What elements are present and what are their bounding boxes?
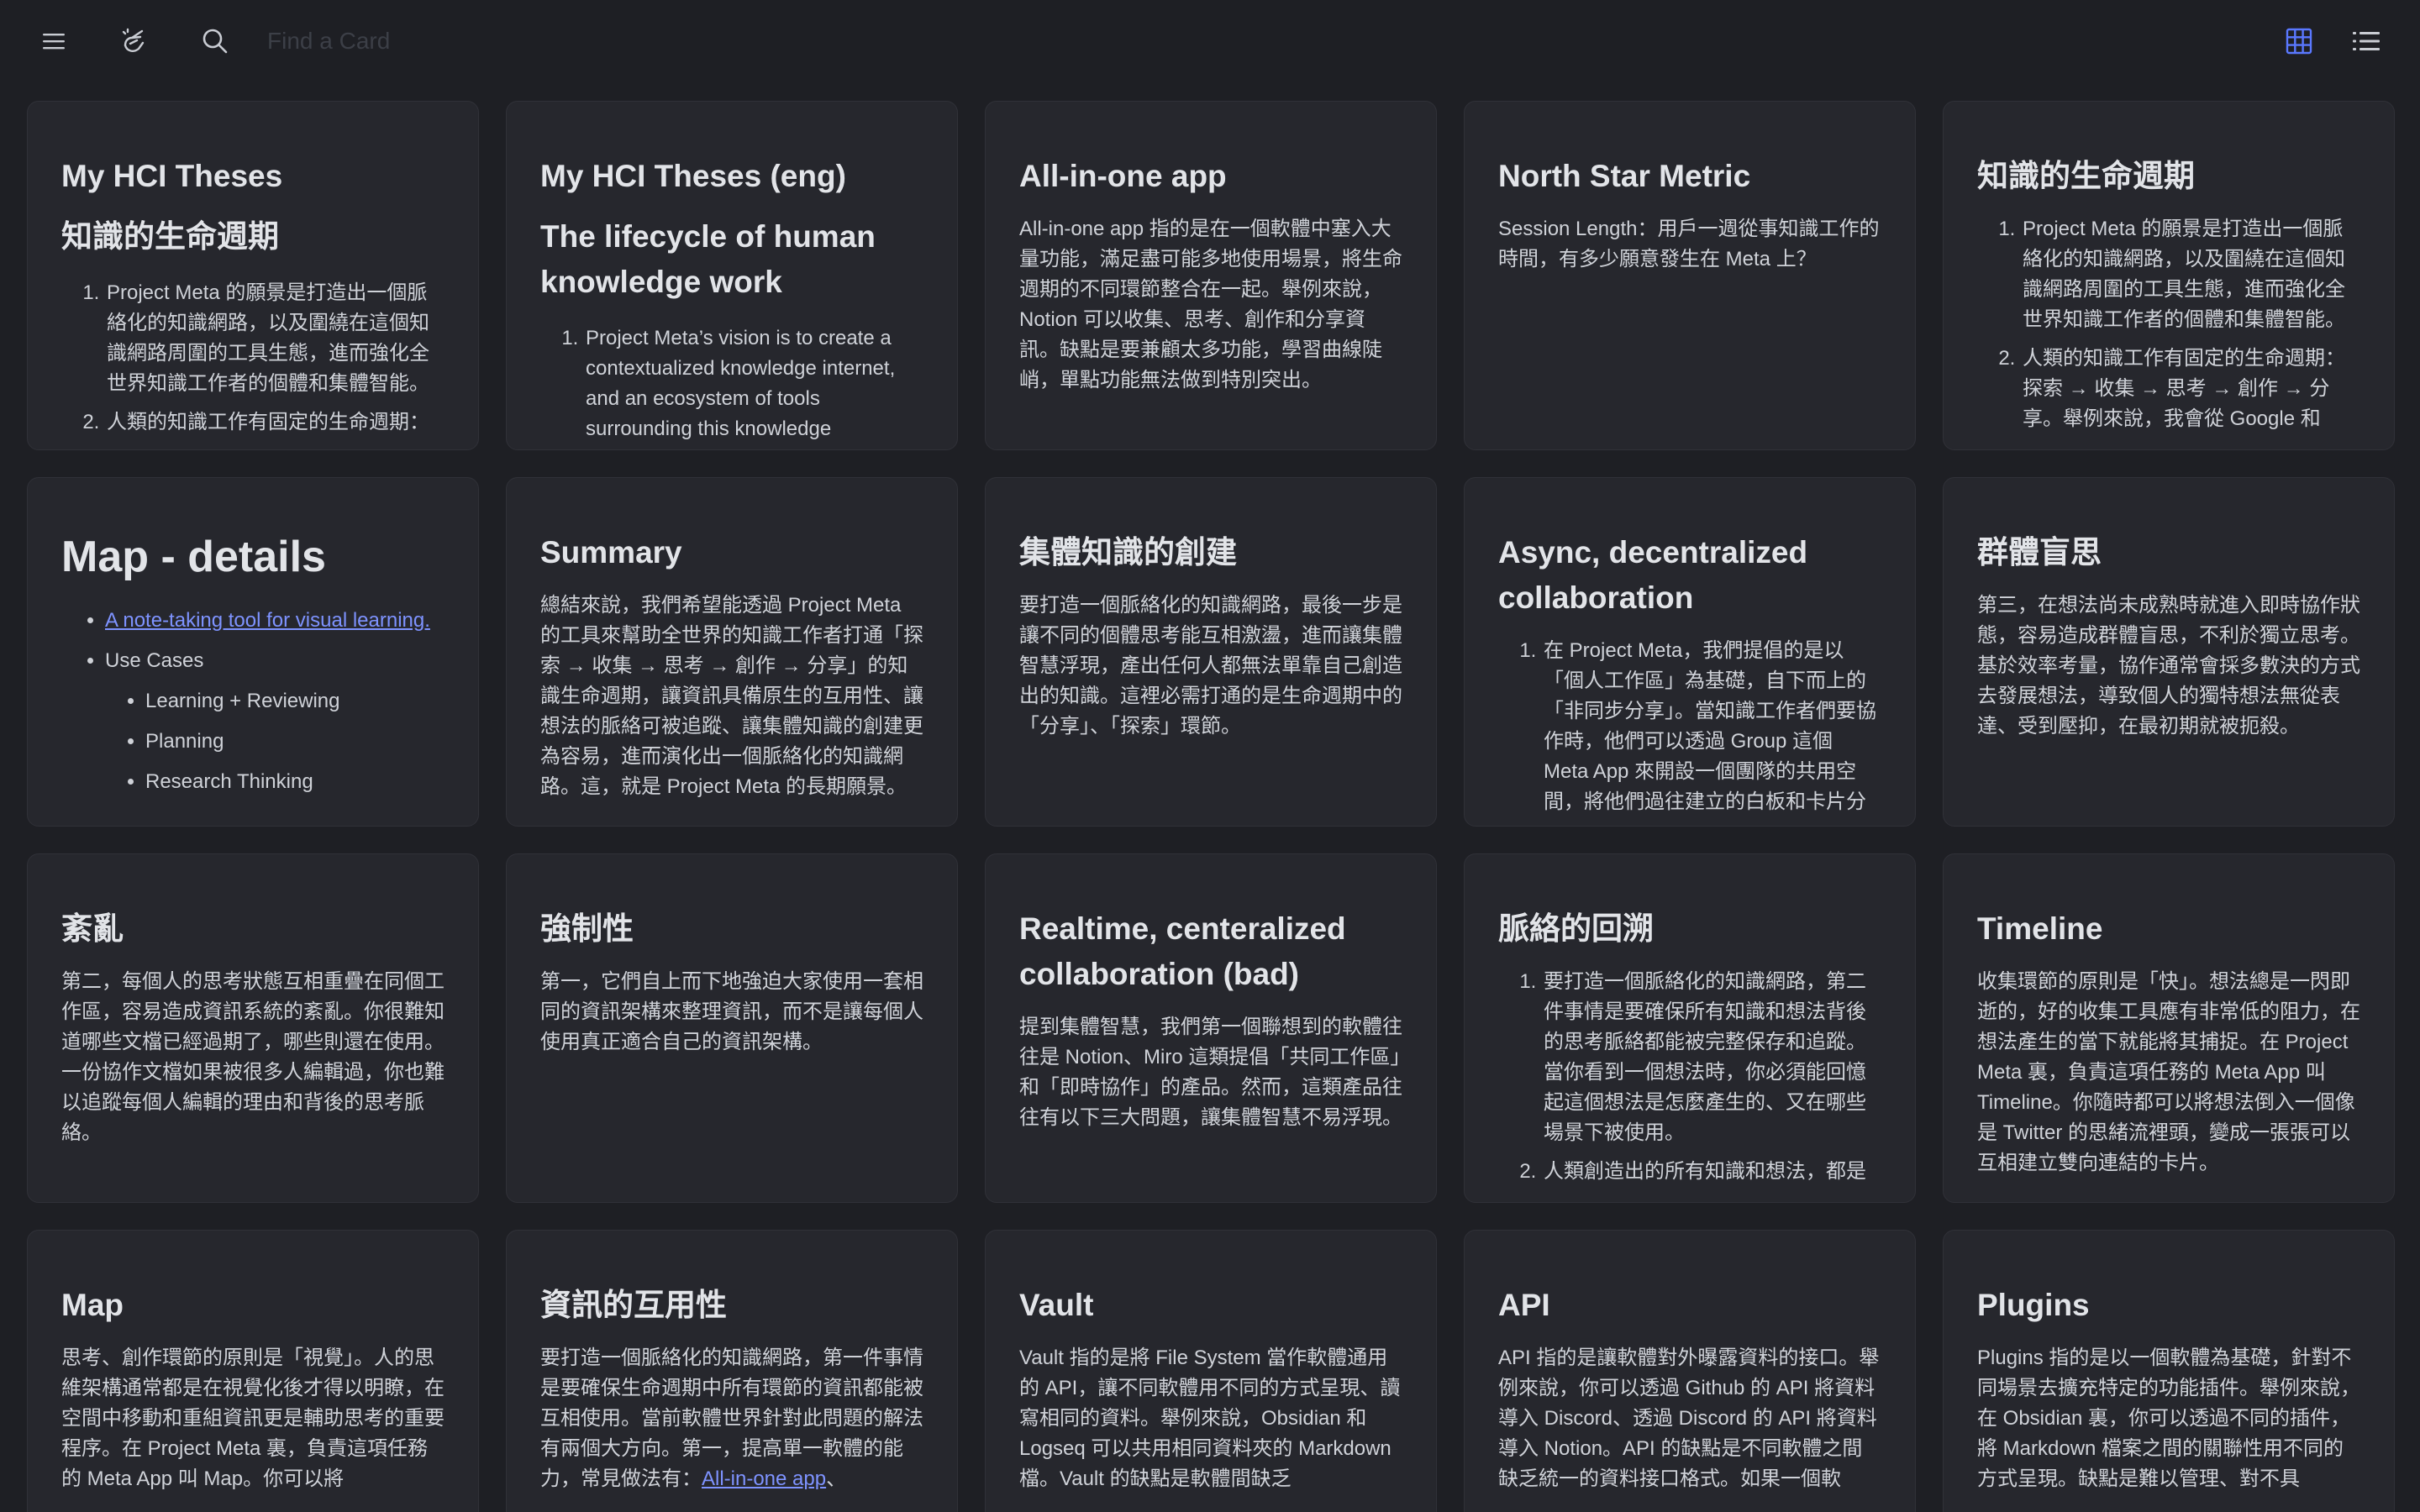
- card-title: 脈絡的回溯: [1498, 911, 1654, 946]
- list-item: A note-taking tool for visual learning.: [105, 606, 445, 636]
- hand-sparkle-icon[interactable]: [116, 23, 153, 60]
- card-my-hci-theses[interactable]: My HCI Theses 知識的生命週期 Project Meta 的願景是打…: [27, 101, 479, 450]
- card-api[interactable]: API API 指的是讓軟體對外曝露資料的接口。舉例來說，你可以透過 Githu…: [1464, 1230, 1916, 1512]
- card-text-after: 、: [826, 1467, 847, 1490]
- top-bar: [0, 0, 2420, 82]
- card-plugins[interactable]: Plugins Plugins 指的是以一個軟體為基礎，針對不同場景去擴充特定的…: [1943, 1230, 2395, 1512]
- card-collective-knowledge[interactable]: 集體知識的創建 要打造一個脈絡化的知識網路，最後一步是讓不同的個體思考能互相激盪…: [985, 477, 1437, 827]
- card-grid: My HCI Theses 知識的生命週期 Project Meta 的願景是打…: [27, 101, 2395, 1512]
- card-title: 群體盲思: [1977, 535, 2102, 570]
- card-title: Async, decentralized collaboration: [1498, 535, 1808, 615]
- card-text: 收集環節的原則是「快」。想法總是一閃即逝的，好的收集工具應有非常低的阻力，在想法…: [1977, 970, 2360, 1174]
- card-interoperability[interactable]: 資訊的互用性 要打造一個脈絡化的知識網路，第一件事情是要確保生命週期中所有環節的…: [506, 1230, 958, 1512]
- card-all-in-one-app[interactable]: All-in-one app All-in-one app 指的是在一個軟體中塞…: [985, 101, 1437, 450]
- card-title: 知識的生命週期: [1977, 159, 2195, 193]
- search-input[interactable]: [267, 20, 1023, 62]
- card-text: 要打造一個脈絡化的知識網路，最後一步是讓不同的個體思考能互相激盪，進而讓集體智慧…: [1019, 594, 1402, 738]
- card-title: North Star Metric: [1498, 159, 1751, 193]
- card-title: Map - details: [61, 533, 326, 581]
- card-text: 總結來說，我們希望能透過 Project Meta 的工具來幫助全世界的知識工作…: [540, 594, 923, 798]
- sub-list: Learning + Reviewing Planning Research T…: [105, 686, 445, 797]
- card-text: Vault 指的是將 File System 當作軟體通用的 API，讓不同軟體…: [1019, 1347, 1401, 1490]
- card-title: Realtime, centeralized collaboration (ba…: [1019, 911, 1346, 991]
- card-title: Map: [61, 1288, 124, 1322]
- search-icon[interactable]: [197, 23, 234, 60]
- card-title: My HCI Theses (eng): [540, 159, 846, 193]
- card-link[interactable]: All-in-one app: [702, 1467, 826, 1490]
- card-list: Project Meta 的願景是打造出一個脈絡化的知識網路，以及圍繞在這個知識…: [61, 278, 445, 438]
- list-item: 人類的知識工作有固定的生命週期：: [105, 407, 445, 438]
- card-realtime-collaboration[interactable]: Realtime, centeralized collaboration (ba…: [985, 853, 1437, 1203]
- list-item: Research Thinking: [145, 767, 445, 797]
- card-text: 第三，在想法尚未成熟時就進入即時協作狀態，容易造成群體盲思，不利於獨立思考。基於…: [1977, 594, 2360, 738]
- card-text: 提到集體智慧，我們第一個聯想到的軟體往往是 Notion、Miro 這類提倡「共…: [1019, 1016, 1402, 1129]
- card-list: Project Meta’s vision is to create a con…: [540, 323, 923, 444]
- list-item: 人類創造出的所有知識和想法，都是: [1542, 1157, 1881, 1187]
- card-map[interactable]: Map 思考、創作環節的原則是「視覺」。人的思維架構通常都是在視覺化後才得以明瞭…: [27, 1230, 479, 1512]
- card-text: API 指的是讓軟體對外曝露資料的接口。舉例來說，你可以透過 Github 的 …: [1498, 1347, 1880, 1490]
- card-list: Project Meta 的願景是打造出一個脈絡化的知識網路，以及圍繞在這個知識…: [1977, 214, 2360, 434]
- card-title: Timeline: [1977, 911, 2103, 946]
- card-title: API: [1498, 1288, 1550, 1322]
- card-my-hci-theses-eng[interactable]: My HCI Theses (eng) The lifecycle of hum…: [506, 101, 958, 450]
- card-title: 資訊的互用性: [540, 1288, 727, 1322]
- card-subtitle: 知識的生命週期: [61, 219, 279, 254]
- card-text: Session Length：用戶一週從事知識工作的時間，有多少願意發生在 Me…: [1498, 218, 1880, 270]
- list-item: Use Cases Learning + Reviewing Planning …: [105, 646, 445, 797]
- card-link[interactable]: A note-taking tool for visual learning.: [105, 609, 430, 632]
- card-text: 要打造一個脈絡化的知識網路，第一件事情是要確保生命週期中所有環節的資訊都能被互相…: [540, 1343, 923, 1494]
- list-item: Learning + Reviewing: [145, 686, 445, 717]
- card-subtitle: The lifecycle of human knowledge work: [540, 219, 876, 299]
- card-text: Plugins 指的是以一個軟體為基礎，針對不同場景去擴充特定的功能插件。舉例來…: [1977, 1347, 2360, 1490]
- card-list: 要打造一個脈絡化的知識網路，第二件事情是要確保所有知識和想法背後的思考脈絡都能被…: [1498, 967, 1881, 1187]
- card-context-tracing[interactable]: 脈絡的回溯 要打造一個脈絡化的知識網路，第二件事情是要確保所有知識和想法背後的思…: [1464, 853, 1916, 1203]
- list-item: 要打造一個脈絡化的知識網路，第二件事情是要確保所有知識和想法背後的思考脈絡都能被…: [1542, 967, 1881, 1148]
- card-text: 思考、創作環節的原則是「視覺」。人的思維架構通常都是在視覺化後才得以明瞭，在空間…: [61, 1347, 445, 1490]
- card-title: My HCI Theses: [61, 159, 283, 193]
- card-timeline[interactable]: Timeline 收集環節的原則是「快」。想法總是一閃即逝的，好的收集工具應有非…: [1943, 853, 2395, 1203]
- card-north-star-metric[interactable]: North Star Metric Session Length：用戶一週從事知…: [1464, 101, 1916, 450]
- card-coercion[interactable]: 強制性 第一，它們自上而下地強迫大家使用一套相同的資訊架構來整理資訊，而不是讓每…: [506, 853, 958, 1203]
- card-title: Vault: [1019, 1288, 1094, 1322]
- list-item: 人類的知識工作有固定的生命週期：探索 → 收集 → 思考 → 創作 → 分享。舉…: [2021, 344, 2360, 434]
- list-item: Project Meta’s vision is to create a con…: [584, 323, 923, 444]
- card-title: Summary: [540, 535, 682, 570]
- card-text: All-in-one app 指的是在一個軟體中塞入大量功能，滿足盡可能多地使用…: [1019, 218, 1402, 391]
- card-list: A note-taking tool for visual learning. …: [61, 606, 445, 797]
- list-item-label: Use Cases: [105, 649, 204, 672]
- card-map-details[interactable]: Map - details A note-taking tool for vis…: [27, 477, 479, 827]
- card-text: 第一，它們自上而下地強迫大家使用一套相同的資訊架構來整理資訊，而不是讓每個人使用…: [540, 970, 923, 1053]
- card-title: 集體知識的創建: [1019, 535, 1237, 570]
- list-item: 在 Project Meta，我們提倡的是以「個人工作區」為基礎，自下而上的「非…: [1542, 636, 1881, 817]
- card-title: 強制性: [540, 911, 634, 946]
- list-item: Project Meta 的願景是打造出一個脈絡化的知識網路，以及圍繞在這個知識…: [105, 278, 445, 399]
- card-chaos[interactable]: 紊亂 第二，每個人的思考狀態互相重疊在同個工作區，容易造成資訊系統的紊亂。你很難…: [27, 853, 479, 1203]
- card-title: Plugins: [1977, 1288, 2090, 1322]
- list-item: Project Meta 的願景是打造出一個脈絡化的知識網路，以及圍繞在這個知識…: [2021, 214, 2360, 335]
- card-text: 第二，每個人的思考狀態互相重疊在同個工作區，容易造成資訊系統的紊亂。你很難知道哪…: [61, 970, 445, 1144]
- card-title: 紊亂: [61, 911, 124, 946]
- card-async-collaboration[interactable]: Async, decentralized collaboration 在 Pro…: [1464, 477, 1916, 827]
- card-knowledge-lifecycle[interactable]: 知識的生命週期 Project Meta 的願景是打造出一個脈絡化的知識網路，以…: [1943, 101, 2395, 450]
- list-view-icon[interactable]: [2348, 23, 2385, 60]
- card-groupthink[interactable]: 群體盲思 第三，在想法尚未成熟時就進入即時協作狀態，容易造成群體盲思，不利於獨立…: [1943, 477, 2395, 827]
- card-list: 在 Project Meta，我們提倡的是以「個人工作區」為基礎，自下而上的「非…: [1498, 636, 1881, 817]
- card-summary[interactable]: Summary 總結來說，我們希望能透過 Project Meta 的工具來幫助…: [506, 477, 958, 827]
- card-title: All-in-one app: [1019, 159, 1227, 193]
- menu-icon[interactable]: [35, 23, 72, 60]
- list-item: Planning: [145, 727, 445, 757]
- grid-view-icon[interactable]: [2281, 23, 2317, 60]
- card-vault[interactable]: Vault Vault 指的是將 File System 當作軟體通用的 API…: [985, 1230, 1437, 1512]
